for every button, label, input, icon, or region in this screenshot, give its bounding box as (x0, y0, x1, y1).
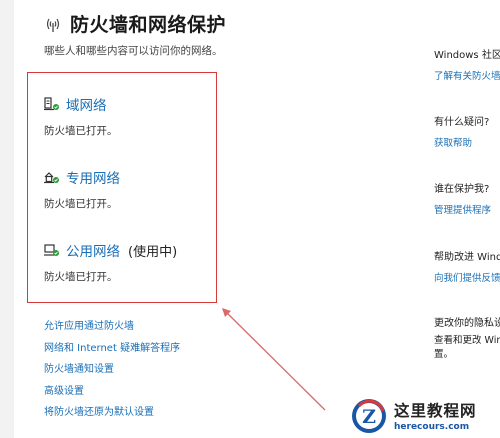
watermark-url: herecours.com (394, 422, 470, 432)
watermark-title: 这里教程网 (394, 401, 477, 420)
site-logo-icon: Z (352, 398, 386, 433)
watermark: Z 这里教程网 herecours.com (348, 393, 500, 438)
logo-letter: Z (362, 406, 376, 428)
annotation-arrow (222, 308, 326, 411)
